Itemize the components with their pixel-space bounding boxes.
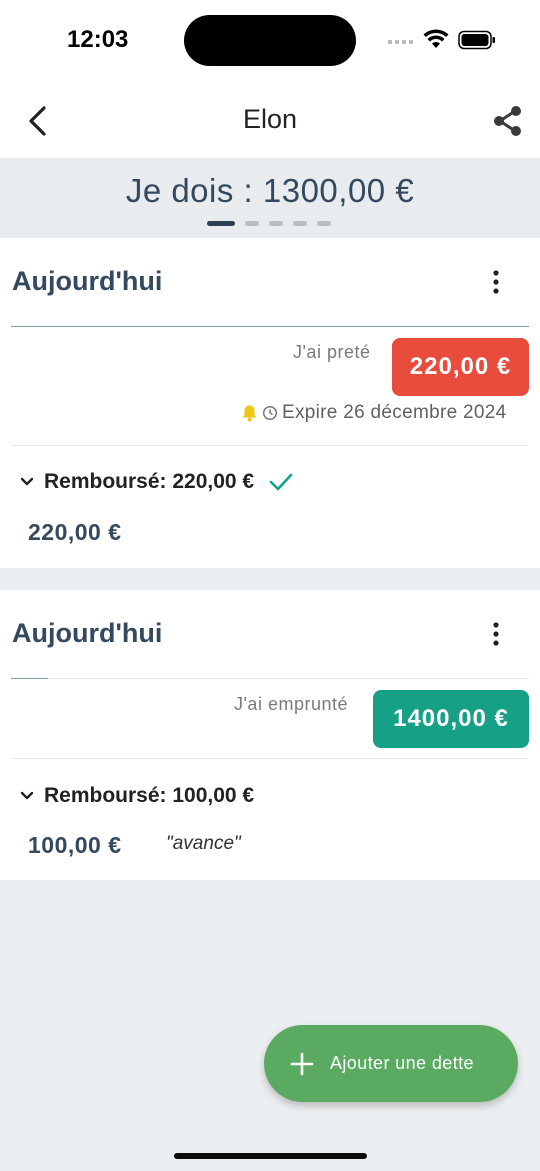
dynamic-island — [184, 15, 356, 66]
separator — [12, 758, 528, 759]
share-icon[interactable] — [491, 104, 525, 138]
cellular-signal-icon — [388, 40, 413, 44]
plus-icon — [290, 1052, 314, 1075]
divider-track — [11, 678, 529, 679]
amount-badge[interactable]: 220,00 € — [392, 338, 529, 396]
amount-badge[interactable]: 1400,00 € — [373, 690, 529, 748]
navigation-bar: Elon — [0, 82, 540, 158]
progress-divider — [11, 678, 48, 679]
card-date: Aujourd'hui — [12, 618, 163, 648]
repaid-label: Remboursé: 220,00 € — [44, 470, 255, 493]
home-indicator[interactable] — [174, 1153, 367, 1159]
repayment-note: "avance" — [166, 833, 241, 854]
page-dot[interactable] — [317, 221, 331, 226]
repayment-amount: 100,00 € — [28, 832, 122, 858]
page-dot[interactable] — [245, 221, 259, 226]
chevron-down-icon — [20, 477, 34, 486]
wifi-icon — [423, 29, 449, 48]
kebab-menu-icon[interactable] — [486, 620, 506, 648]
kebab-menu-icon[interactable] — [486, 268, 506, 296]
check-icon — [269, 473, 293, 491]
repayment-amount: 220,00 € — [28, 519, 122, 545]
page-dot-active[interactable] — [207, 221, 235, 226]
chevron-down-icon — [20, 791, 34, 800]
clock-icon — [262, 405, 278, 421]
repaid-toggle[interactable]: Remboursé: 220,00 € — [20, 470, 294, 494]
repaid-label: Remboursé: 100,00 € — [44, 784, 255, 807]
card-date: Aujourd'hui — [12, 266, 163, 296]
debt-card[interactable]: Aujourd'hui J'ai preté 220,00 € Expire 2… — [0, 238, 540, 568]
add-debt-button[interactable]: Ajouter une dette — [264, 1025, 518, 1102]
page-indicator[interactable] — [207, 221, 331, 226]
bell-icon — [242, 405, 257, 422]
debt-card[interactable]: Aujourd'hui J'ai emprunté 1400,00 € Remb… — [0, 590, 540, 880]
status-bar: 12:03 — [0, 0, 540, 82]
balance-summary[interactable]: Je dois : 1300,00 € — [0, 158, 540, 238]
page-dot[interactable] — [269, 221, 283, 226]
entry-type-label: J'ai preté — [293, 342, 371, 362]
page-title: Elon — [242, 104, 298, 134]
balance-text: Je dois : 1300,00 € — [125, 172, 415, 209]
add-debt-label: Ajouter une dette — [330, 1053, 474, 1073]
expiry-text: Expire 26 décembre 2024 — [282, 402, 507, 423]
battery-icon — [458, 30, 495, 50]
separator — [12, 445, 528, 446]
entry-type-label: J'ai emprunté — [234, 694, 348, 714]
repaid-toggle[interactable]: Remboursé: 100,00 € — [20, 784, 254, 808]
progress-divider — [11, 326, 529, 327]
expiry-row: Expire 26 décembre 2024 — [241, 402, 506, 424]
page-dot[interactable] — [293, 221, 307, 226]
status-time: 12:03 — [67, 26, 129, 53]
